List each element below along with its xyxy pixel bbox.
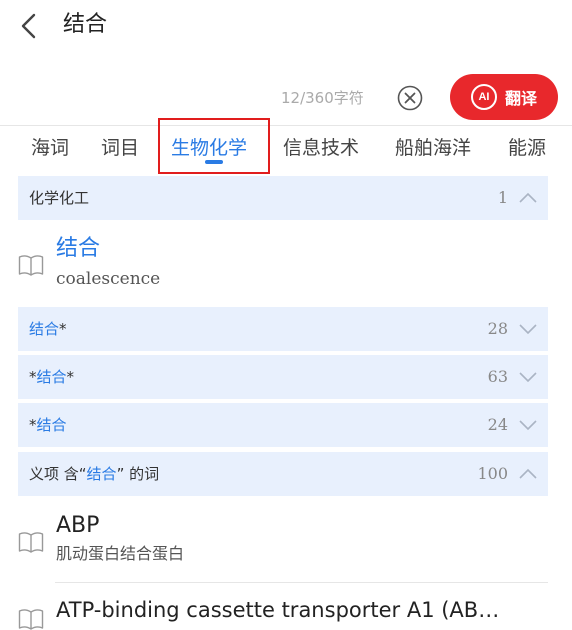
chevron-up-icon [519, 192, 537, 203]
section-header-suffix[interactable]: *结合 24 [18, 403, 548, 447]
character-counter: 12/360字符 [281, 89, 364, 107]
entry-translation: coalescence [56, 269, 161, 289]
section-wildcard: * [29, 416, 37, 434]
section-wildcard: * [59, 320, 67, 338]
back-arrow-icon[interactable] [14, 10, 46, 42]
section-term: 结合 [29, 320, 60, 338]
translate-label: 翻译 [504, 89, 537, 108]
section-wildcard: * [29, 368, 37, 386]
tab-cimu[interactable]: 词目 [101, 135, 139, 161]
book-icon [18, 532, 44, 553]
section-header-infix[interactable]: *结合* 63 [18, 355, 548, 399]
section-term: 结合 [86, 465, 117, 483]
section-header-meaning[interactable]: 义项 含“结合” 的词 100 [18, 452, 548, 496]
tab-highlight-box [158, 118, 270, 174]
section-header-prefix[interactable]: 结合* 28 [18, 307, 548, 351]
section-label: 结合* [29, 307, 67, 351]
section-count: 100 [477, 464, 508, 483]
chevron-down-icon [519, 324, 537, 335]
entry-word[interactable]: ABP [56, 512, 99, 540]
section-count: 1 [497, 188, 508, 207]
section-label: 义项 含“结合” 的词 [29, 452, 159, 496]
book-icon [18, 609, 44, 630]
category-tabs: 海词 词目 生物化学 信息技术 船舶海洋 能源 [0, 126, 572, 174]
tab-marine[interactable]: 船舶海洋 [395, 135, 471, 161]
section-count: 24 [487, 415, 508, 434]
ai-icon: AI [470, 84, 497, 110]
entry-translation: 肌动蛋白结合蛋白 [56, 544, 185, 563]
chevron-down-icon [519, 420, 537, 431]
section-header-chemical[interactable]: 化学化工 1 [18, 176, 548, 220]
section-label: *结合 [29, 403, 67, 447]
section-count: 63 [487, 367, 508, 386]
chevron-up-icon [519, 468, 537, 479]
section-wildcard: * [66, 368, 75, 386]
chevron-down-icon [519, 372, 537, 383]
clear-icon[interactable] [397, 85, 423, 111]
page-title: 结合 [63, 12, 108, 37]
section-label-suffix: ” 的词 [116, 465, 160, 483]
tab-haici[interactable]: 海词 [31, 135, 69, 161]
section-term: 结合 [36, 368, 67, 386]
book-icon [18, 255, 44, 276]
tab-energy[interactable]: 能源 [508, 135, 546, 161]
section-label: *结合* [29, 355, 74, 399]
list-divider [55, 582, 548, 583]
translate-button[interactable]: AI 翻译 [450, 74, 558, 120]
entry-word[interactable]: 结合 [56, 235, 100, 263]
section-label: 化学化工 [29, 189, 90, 207]
tab-information-technology[interactable]: 信息技术 [283, 135, 359, 161]
section-term: 结合 [36, 416, 67, 434]
section-label-prefix: 义项 含“ [29, 465, 87, 483]
section-count: 28 [487, 319, 508, 338]
